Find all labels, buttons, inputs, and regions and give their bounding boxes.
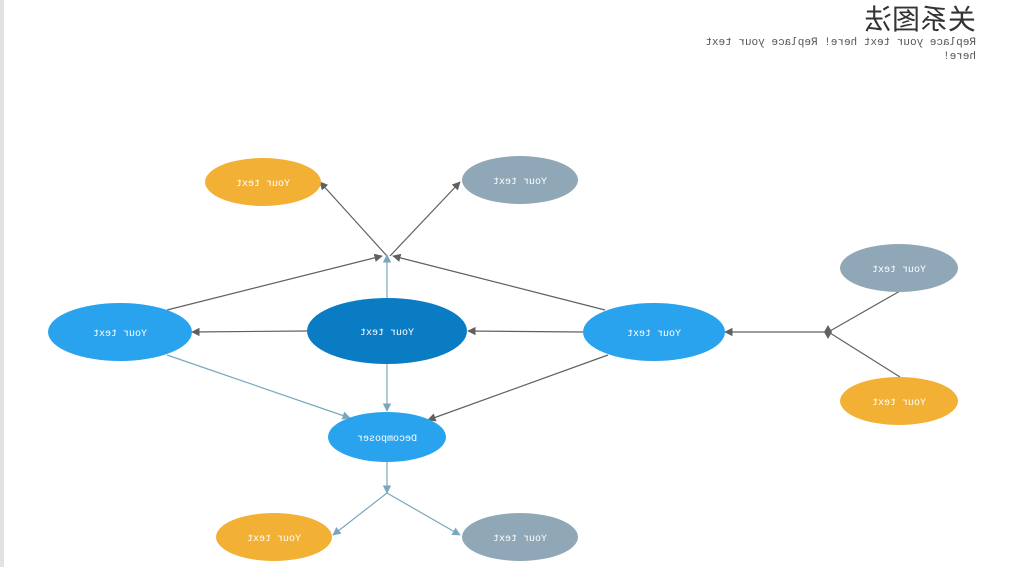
node-left-label: Your text xyxy=(93,329,147,340)
edge-junction-bottom-slate xyxy=(386,492,461,536)
edge-right-decomposer xyxy=(427,354,609,422)
connectors-light xyxy=(166,254,461,536)
edge-farright-slate-junction xyxy=(829,290,901,332)
edge-left-decomposer xyxy=(166,354,351,420)
node-far-right-slate-label: Your text xyxy=(872,265,926,276)
node-top-orange-label: Your text xyxy=(236,179,290,190)
node-decomposer-label: Decomposer xyxy=(357,434,417,445)
connectors xyxy=(166,181,901,422)
node-far-right-orange-label: Your text xyxy=(872,398,926,409)
node-right[interactable]: Your text xyxy=(583,303,725,361)
edge-farright-orange-junction xyxy=(829,332,901,378)
edge-right-junction xyxy=(392,253,606,311)
edge-center-left xyxy=(191,327,308,337)
right-junction-diamond xyxy=(824,325,832,339)
node-bottom-orange-label: Your text xyxy=(247,534,301,545)
edge-junction-bottom-orange xyxy=(332,492,388,536)
edge-junction-top-slate xyxy=(389,181,461,257)
node-decomposer[interactable]: Decomposer xyxy=(328,412,446,462)
node-bottom-slate-label: Your text xyxy=(493,534,547,545)
node-far-right-orange[interactable]: Your text xyxy=(840,377,958,425)
node-top-slate-label: Your text xyxy=(493,177,547,188)
relationship-diagram: Your text Your text Your text Your text … xyxy=(48,156,958,561)
node-far-right-slate[interactable]: Your text xyxy=(840,244,958,292)
node-right-label: Your text xyxy=(627,329,681,340)
node-top-orange[interactable]: Your text xyxy=(205,158,321,206)
node-left[interactable]: Your text xyxy=(48,303,192,361)
node-bottom-slate[interactable]: Your text xyxy=(462,513,578,561)
node-center[interactable]: Your text xyxy=(307,298,467,364)
edge-junction-top-orange xyxy=(319,181,388,257)
node-center-label: Your text xyxy=(360,328,414,339)
edge-right-center xyxy=(467,326,584,336)
node-top-slate[interactable]: Your text xyxy=(462,156,578,204)
node-bottom-orange[interactable]: Your text xyxy=(216,513,332,561)
